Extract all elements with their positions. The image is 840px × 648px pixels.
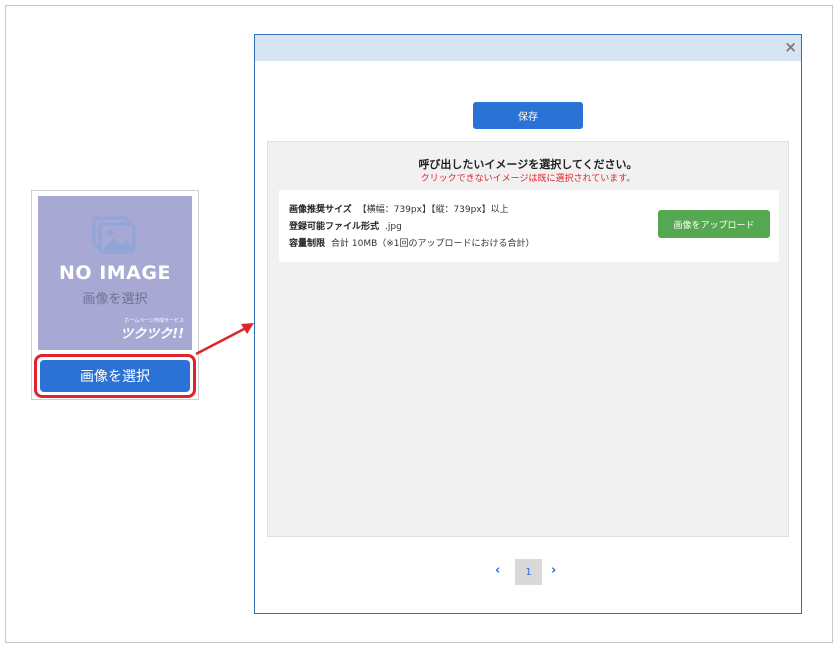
format-value: .jpg	[385, 222, 402, 232]
image-select-modal: × 保存 呼び出したいイメージを選択してください。 クリックできないイメージは既…	[254, 34, 802, 614]
upload-image-button[interactable]: 画像をアップロード	[658, 210, 770, 238]
image-list-panel: 呼び出したいイメージを選択してください。 クリックできないイメージは既に選択され…	[267, 141, 789, 537]
format-info: 登録可能ファイル形式 .jpg	[289, 219, 402, 232]
size-info: 画像推奨サイズ 【横幅：739px】【縦：739px】以上	[289, 202, 509, 215]
size-value: 【横幅：739px】【縦：739px】以上	[357, 205, 509, 215]
save-button[interactable]: 保存	[473, 102, 583, 129]
panel-title: 呼び出したいイメージを選択してください。	[418, 158, 638, 171]
next-page-icon[interactable]: ›	[551, 563, 556, 578]
limit-info: 容量制限 合計 10MB（※1回のアップロードにおける合計）	[289, 236, 535, 249]
image-card: NO IMAGE 画像を選択 ホームページ作成サービス ツクツク!! 画像を選択	[31, 190, 199, 400]
no-image-text: NO IMAGE	[59, 262, 171, 284]
close-icon[interactable]: ×	[784, 38, 797, 56]
format-label: 登録可能ファイル形式	[289, 222, 380, 232]
brand-logo: ツクツク!!	[120, 327, 184, 342]
placeholder-caption: 画像を選択	[82, 292, 148, 307]
limit-value: 合計 10MB（※1回のアップロードにおける合計）	[331, 239, 535, 249]
limit-label: 容量制限	[289, 239, 326, 249]
panel-warning: クリックできないイメージは既に選択されています。	[420, 174, 636, 184]
size-label: 画像推奨サイズ	[289, 205, 352, 215]
current-page[interactable]: 1	[515, 559, 542, 585]
upload-info-box: 画像推奨サイズ 【横幅：739px】【縦：739px】以上 登録可能ファイル形式.…	[279, 190, 779, 262]
prev-page-icon[interactable]: ‹	[495, 563, 500, 578]
pointer-arrow	[195, 323, 254, 356]
image-icon	[92, 216, 136, 254]
select-image-button[interactable]: 画像を選択	[40, 360, 190, 392]
image-placeholder: NO IMAGE 画像を選択 ホームページ作成サービス ツクツク!!	[38, 196, 192, 350]
highlight-box: 画像を選択	[34, 354, 196, 398]
modal-header: ×	[255, 35, 801, 61]
pagination: ‹ 1 ›	[255, 559, 801, 585]
